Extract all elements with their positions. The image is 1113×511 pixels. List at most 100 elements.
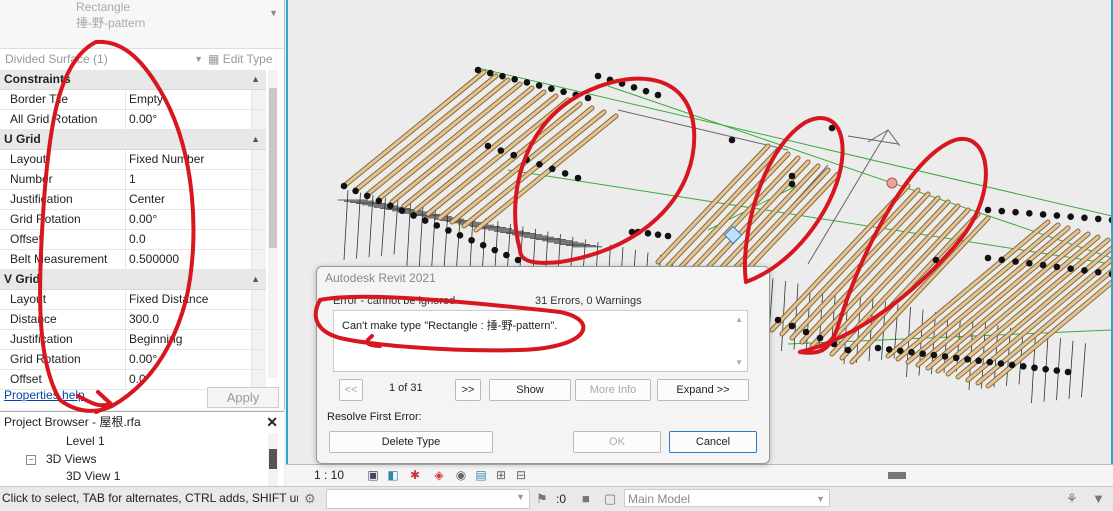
property-value[interactable]: 300.0 <box>125 310 255 329</box>
property-row[interactable]: Offset 0.0 <box>0 230 266 250</box>
temporary-hide-icon[interactable]: ⊞ <box>494 468 508 482</box>
tree-item-level-1[interactable]: Level 1 <box>66 434 105 448</box>
property-param-button[interactable] <box>251 310 266 329</box>
property-value[interactable]: 0.0 <box>125 230 255 249</box>
property-row[interactable]: Grid Rotation 0.00° <box>0 350 266 370</box>
error-message-box[interactable]: Can't make type "Rectangle : 捶-野-pattern… <box>333 310 748 372</box>
workset-select[interactable]: ▼ <box>326 489 530 509</box>
adaptive-point <box>536 160 543 168</box>
scroll-down-icon[interactable]: ▼ <box>735 358 743 367</box>
delete-type-button[interactable]: Delete Type <box>329 431 493 453</box>
property-row[interactable]: Distance 300.0 <box>0 310 266 330</box>
property-value[interactable]: Center <box>125 190 255 209</box>
properties-scrollbar[interactable] <box>268 70 278 378</box>
browser-scrollbar[interactable] <box>268 433 278 486</box>
shadows-icon[interactable]: ◈ <box>432 468 446 482</box>
visual-style-icon[interactable]: ◧ <box>386 468 400 482</box>
property-value[interactable]: 0.500000 <box>125 250 255 269</box>
property-param-button[interactable] <box>251 350 266 369</box>
category-constraints[interactable]: Constraints ▲ <box>0 70 266 90</box>
property-value[interactable]: 1 <box>125 170 255 189</box>
property-row[interactable]: Grid Rotation 0.00° <box>0 210 266 230</box>
property-value[interactable]: Beginning <box>125 330 255 349</box>
property-param-button[interactable] <box>251 110 266 129</box>
property-param-button[interactable] <box>251 190 266 209</box>
collapse-icon[interactable]: ▲ <box>251 70 260 89</box>
selected-face-icon[interactable] <box>723 225 743 245</box>
category-u-grid[interactable]: U Grid ▲ <box>0 130 266 150</box>
select-links-icon[interactable]: ⚘ <box>1066 491 1078 507</box>
property-row[interactable]: Belt Measurement 0.500000 <box>0 250 266 270</box>
collapse-icon[interactable]: − <box>26 455 36 465</box>
adaptive-point <box>491 246 499 254</box>
adaptive-point <box>1053 367 1061 374</box>
property-param-button[interactable] <box>251 210 266 229</box>
scrollbar-thumb[interactable] <box>269 88 277 248</box>
property-name: Grid Rotation <box>10 352 81 366</box>
property-param-button[interactable] <box>251 170 266 189</box>
tree-item-3d-view-1[interactable]: 3D View 1 <box>66 469 120 483</box>
property-value[interactable]: 0.00° <box>125 110 255 129</box>
chevron-down-icon[interactable]: ▼ <box>269 8 278 18</box>
reveal-hidden-icon[interactable]: ⊟ <box>514 468 528 482</box>
property-row[interactable]: Layout Fixed Distance <box>0 290 266 310</box>
adaptive-point <box>986 358 994 366</box>
properties-help-link[interactable]: Properties help <box>4 388 85 402</box>
property-row[interactable]: Justification Center <box>0 190 266 210</box>
adaptive-point <box>398 207 406 214</box>
adaptive-point <box>523 79 531 86</box>
category-label: Constraints <box>4 72 71 86</box>
property-value[interactable]: Empty <box>125 90 255 109</box>
property-param-button[interactable] <box>251 90 266 109</box>
property-value[interactable]: Fixed Distance <box>125 290 255 309</box>
property-value[interactable]: 0.00° <box>125 210 255 229</box>
category-v-grid[interactable]: V Grid ▲ <box>0 270 266 290</box>
active-model-select[interactable]: Main Model ▼ <box>624 489 830 507</box>
property-row[interactable]: Justification Beginning <box>0 330 266 350</box>
property-value[interactable]: Fixed Number <box>125 150 255 169</box>
render-icon[interactable]: ◉ <box>454 468 468 482</box>
collapse-icon[interactable]: ▲ <box>251 270 260 289</box>
crop-view-icon[interactable]: ▤ <box>474 468 488 482</box>
property-param-button[interactable] <box>251 230 266 249</box>
show-button[interactable]: Show <box>489 379 571 401</box>
close-icon[interactable]: ✕ <box>266 412 278 432</box>
filter-icon[interactable]: ■ <box>582 491 590 506</box>
property-param-button[interactable] <box>251 330 266 349</box>
property-param-button[interactable] <box>251 290 266 309</box>
property-name: Layout <box>10 292 47 306</box>
instance-filter-select[interactable]: Divided Surface (1) ▼ <box>2 50 205 68</box>
property-param-button[interactable] <box>251 150 266 169</box>
property-row[interactable]: Layout Fixed Number <box>0 150 266 170</box>
scrollbar-thumb[interactable] <box>888 472 906 479</box>
editable-only-icon[interactable]: ⚑ <box>536 491 548 507</box>
scroll-up-icon[interactable]: ▲ <box>735 315 743 324</box>
workset-icon[interactable]: ⚙ <box>304 491 316 507</box>
property-row[interactable]: All Grid Rotation 0.00° <box>0 110 266 130</box>
next-error-button[interactable]: >> <box>455 379 481 401</box>
expand-button[interactable]: Expand >> <box>657 379 749 401</box>
adaptive-point <box>445 227 452 234</box>
filter-icon[interactable]: ▼ <box>1092 491 1105 506</box>
adaptive-point <box>410 212 417 219</box>
more-info-button[interactable]: More Info <box>575 379 651 401</box>
type-selector[interactable]: Rectangle 捶-野-pattern ▼ <box>0 0 284 49</box>
ok-button[interactable]: OK <box>573 431 661 453</box>
previous-error-button[interactable]: << <box>339 379 363 401</box>
view-scale[interactable]: 1 : 10 <box>314 468 344 482</box>
collapse-icon[interactable]: ▲ <box>251 130 260 149</box>
property-row[interactable]: Number 1 <box>0 170 266 190</box>
detail-level-icon[interactable]: ▣ <box>366 468 380 482</box>
property-row[interactable]: Border Tile Empty <box>0 90 266 110</box>
highlight-point[interactable] <box>886 177 898 189</box>
design-options-icon[interactable]: ▢ <box>604 491 616 507</box>
sun-path-icon[interactable]: ✱ <box>408 468 422 482</box>
project-browser: Project Browser - 屋根.rfa ✕ Level 1 − 3D … <box>0 411 284 486</box>
property-value[interactable]: 0.00° <box>125 350 255 369</box>
property-param-button[interactable] <box>251 250 266 269</box>
apply-button[interactable]: Apply <box>207 387 279 408</box>
tree-item-3d-views[interactable]: − 3D Views <box>26 452 96 466</box>
scrollbar-thumb[interactable] <box>269 449 277 469</box>
cancel-button[interactable]: Cancel <box>669 431 757 453</box>
edit-type-button[interactable]: ▦ Edit Type <box>208 50 273 68</box>
